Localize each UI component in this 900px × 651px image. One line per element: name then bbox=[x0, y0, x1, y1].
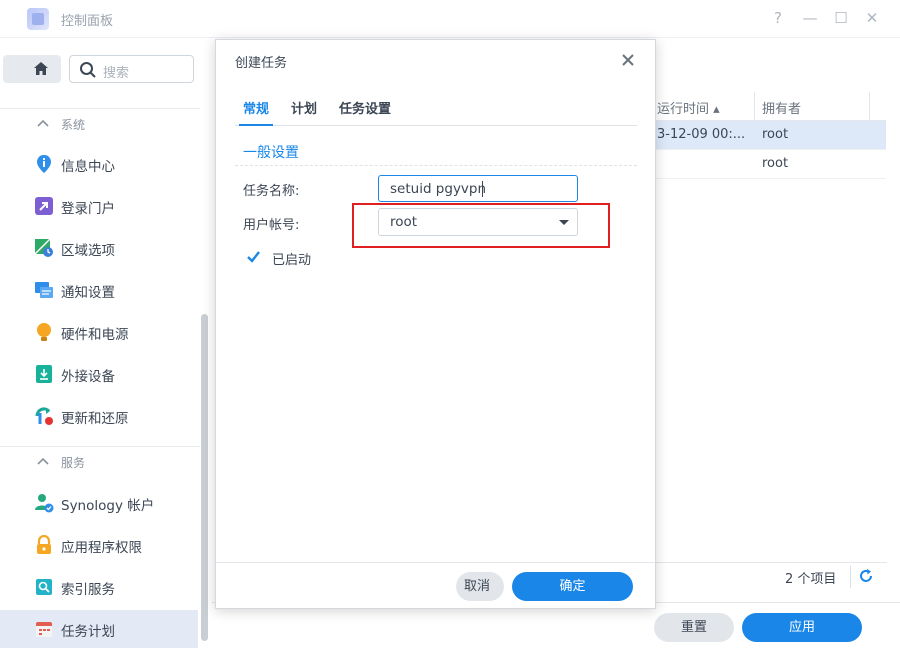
sidebar-item-notification[interactable]: 通知设置 bbox=[0, 271, 198, 309]
section-system-header[interactable]: 系统 bbox=[0, 108, 200, 138]
sidebar-scrollbar[interactable] bbox=[201, 314, 208, 641]
apply-button[interactable]: 应用 bbox=[742, 613, 862, 642]
app-privileges-icon bbox=[37, 535, 51, 554]
reset-button[interactable]: 重置 bbox=[654, 613, 734, 642]
home-icon bbox=[34, 62, 48, 75]
home-button[interactable] bbox=[3, 55, 61, 83]
divider bbox=[651, 562, 887, 563]
enabled-checkbox[interactable] bbox=[245, 248, 262, 265]
help-button[interactable]: ? bbox=[768, 8, 788, 28]
sidebar-item-indexing-service[interactable]: 索引服务 bbox=[0, 568, 198, 606]
control-panel-app-icon bbox=[27, 8, 49, 30]
close-window-button[interactable]: ✕ bbox=[862, 8, 882, 28]
login-portal-icon bbox=[35, 197, 53, 215]
divider bbox=[235, 165, 637, 166]
cancel-button[interactable]: 取消 bbox=[456, 572, 504, 601]
divider bbox=[850, 566, 851, 588]
chevron-up-icon bbox=[37, 457, 49, 465]
search-input[interactable]: 搜索 bbox=[69, 55, 194, 83]
column-header-runtime[interactable]: 运行时间 ▴ bbox=[657, 98, 720, 117]
sidebar-item-label: 应用程序权限 bbox=[61, 540, 142, 556]
sidebar-item-label: 通知设置 bbox=[61, 285, 115, 301]
refresh-icon[interactable] bbox=[858, 568, 874, 584]
sidebar-item-info-center[interactable]: 信息中心 bbox=[0, 145, 198, 183]
sidebar-item-label: 信息中心 bbox=[61, 159, 115, 175]
search-placeholder: 搜索 bbox=[103, 66, 130, 81]
dialog-tabs: 常规 计划 任务设置 bbox=[235, 88, 637, 126]
highlight-annotation-box bbox=[352, 203, 610, 248]
synology-account-icon bbox=[35, 494, 54, 513]
task-name-input[interactable]: setuid pgyvpn bbox=[378, 175, 578, 202]
close-icon[interactable] bbox=[620, 52, 636, 68]
sidebar-item-label: 登录门户 bbox=[61, 201, 115, 217]
sidebar-item-synology-account[interactable]: Synology 帐户 bbox=[0, 484, 198, 522]
sidebar-item-login-portal[interactable]: 登录门户 bbox=[0, 187, 198, 225]
sidebar-item-label: 外接设备 bbox=[61, 369, 115, 385]
table-cell-owner: root bbox=[762, 156, 789, 171]
column-divider bbox=[869, 92, 870, 121]
chevron-up-icon bbox=[37, 119, 49, 127]
column-header-owner[interactable]: 拥有者 bbox=[762, 98, 801, 117]
user-account-label: 用户帐号: bbox=[243, 218, 300, 233]
sidebar-item-label: 硬件和电源 bbox=[61, 327, 129, 343]
task-table-header: 运行时间 ▴ 拥有者 bbox=[651, 92, 886, 121]
section-services-label: 服务 bbox=[61, 456, 86, 470]
sidebar-item-update-restore[interactable]: 更新和还原 bbox=[0, 397, 198, 435]
task-name-value: setuid pgyvpn bbox=[390, 181, 487, 197]
sidebar-item-regional-options[interactable]: 区域选项 bbox=[0, 229, 198, 267]
tab-schedule[interactable]: 计划 bbox=[291, 98, 317, 117]
ok-button[interactable]: 确定 bbox=[512, 572, 633, 601]
sidebar-item-label: 更新和还原 bbox=[61, 411, 129, 427]
create-task-dialog: 创建任务 常规 计划 任务设置 一般设置 任务名称: setuid pgyvpn… bbox=[215, 39, 656, 609]
item-count: 2 个项目 bbox=[785, 572, 837, 587]
sidebar-item-label: 索引服务 bbox=[61, 582, 115, 598]
cancel-button-label: 取消 bbox=[464, 579, 491, 594]
sidebar-item-hardware-power[interactable]: 硬件和电源 bbox=[0, 313, 198, 351]
section-services-header[interactable]: 服务 bbox=[0, 446, 200, 476]
table-cell-owner: root bbox=[762, 127, 789, 142]
sidebar-item-label: 任务计划 bbox=[61, 624, 115, 640]
hardware-power-icon bbox=[37, 323, 51, 341]
task-name-label: 任务名称: bbox=[243, 184, 300, 199]
section-title-general-settings: 一般设置 bbox=[243, 145, 299, 161]
text-caret bbox=[482, 181, 483, 197]
regional-options-icon bbox=[34, 238, 53, 257]
external-devices-icon bbox=[36, 365, 52, 383]
divider bbox=[216, 562, 655, 563]
sidebar-item-app-privileges[interactable]: 应用程序权限 bbox=[0, 526, 198, 564]
table-cell-runtime: 3-12-09 00:... bbox=[657, 127, 746, 142]
maximize-button[interactable]: ☐ bbox=[831, 8, 851, 28]
notification-icon bbox=[35, 282, 53, 298]
tab-general[interactable]: 常规 bbox=[243, 98, 269, 117]
sidebar: 搜索 系统 信息中心 登录门户 区域选项 通知设置 硬件和电源 外接设备 更新和… bbox=[0, 38, 212, 651]
sidebar-item-label: 区域选项 bbox=[61, 243, 115, 259]
info-center-icon bbox=[37, 155, 51, 173]
update-restore-icon bbox=[35, 407, 53, 425]
table-row[interactable]: root bbox=[651, 150, 886, 179]
search-icon bbox=[80, 62, 96, 78]
task-scheduler-icon bbox=[36, 622, 52, 637]
active-tab-indicator bbox=[239, 124, 273, 126]
dialog-title: 创建任务 bbox=[235, 56, 288, 71]
column-divider bbox=[754, 92, 755, 121]
indexing-service-icon bbox=[36, 579, 52, 595]
tab-task-settings[interactable]: 任务设置 bbox=[339, 98, 391, 117]
section-system-label: 系统 bbox=[61, 118, 86, 132]
minimize-button[interactable]: — bbox=[800, 8, 820, 28]
window-titlebar: 控制面板 ? — ☐ ✕ bbox=[0, 0, 900, 38]
enabled-label: 已启动 bbox=[272, 253, 312, 268]
sidebar-item-external-devices[interactable]: 外接设备 bbox=[0, 355, 198, 393]
sidebar-item-label: Synology 帐户 bbox=[61, 498, 155, 514]
window-title: 控制面板 bbox=[61, 14, 114, 29]
table-row[interactable]: 3-12-09 00:... root bbox=[651, 121, 886, 150]
sidebar-item-task-scheduler[interactable]: 任务计划 bbox=[0, 610, 198, 648]
